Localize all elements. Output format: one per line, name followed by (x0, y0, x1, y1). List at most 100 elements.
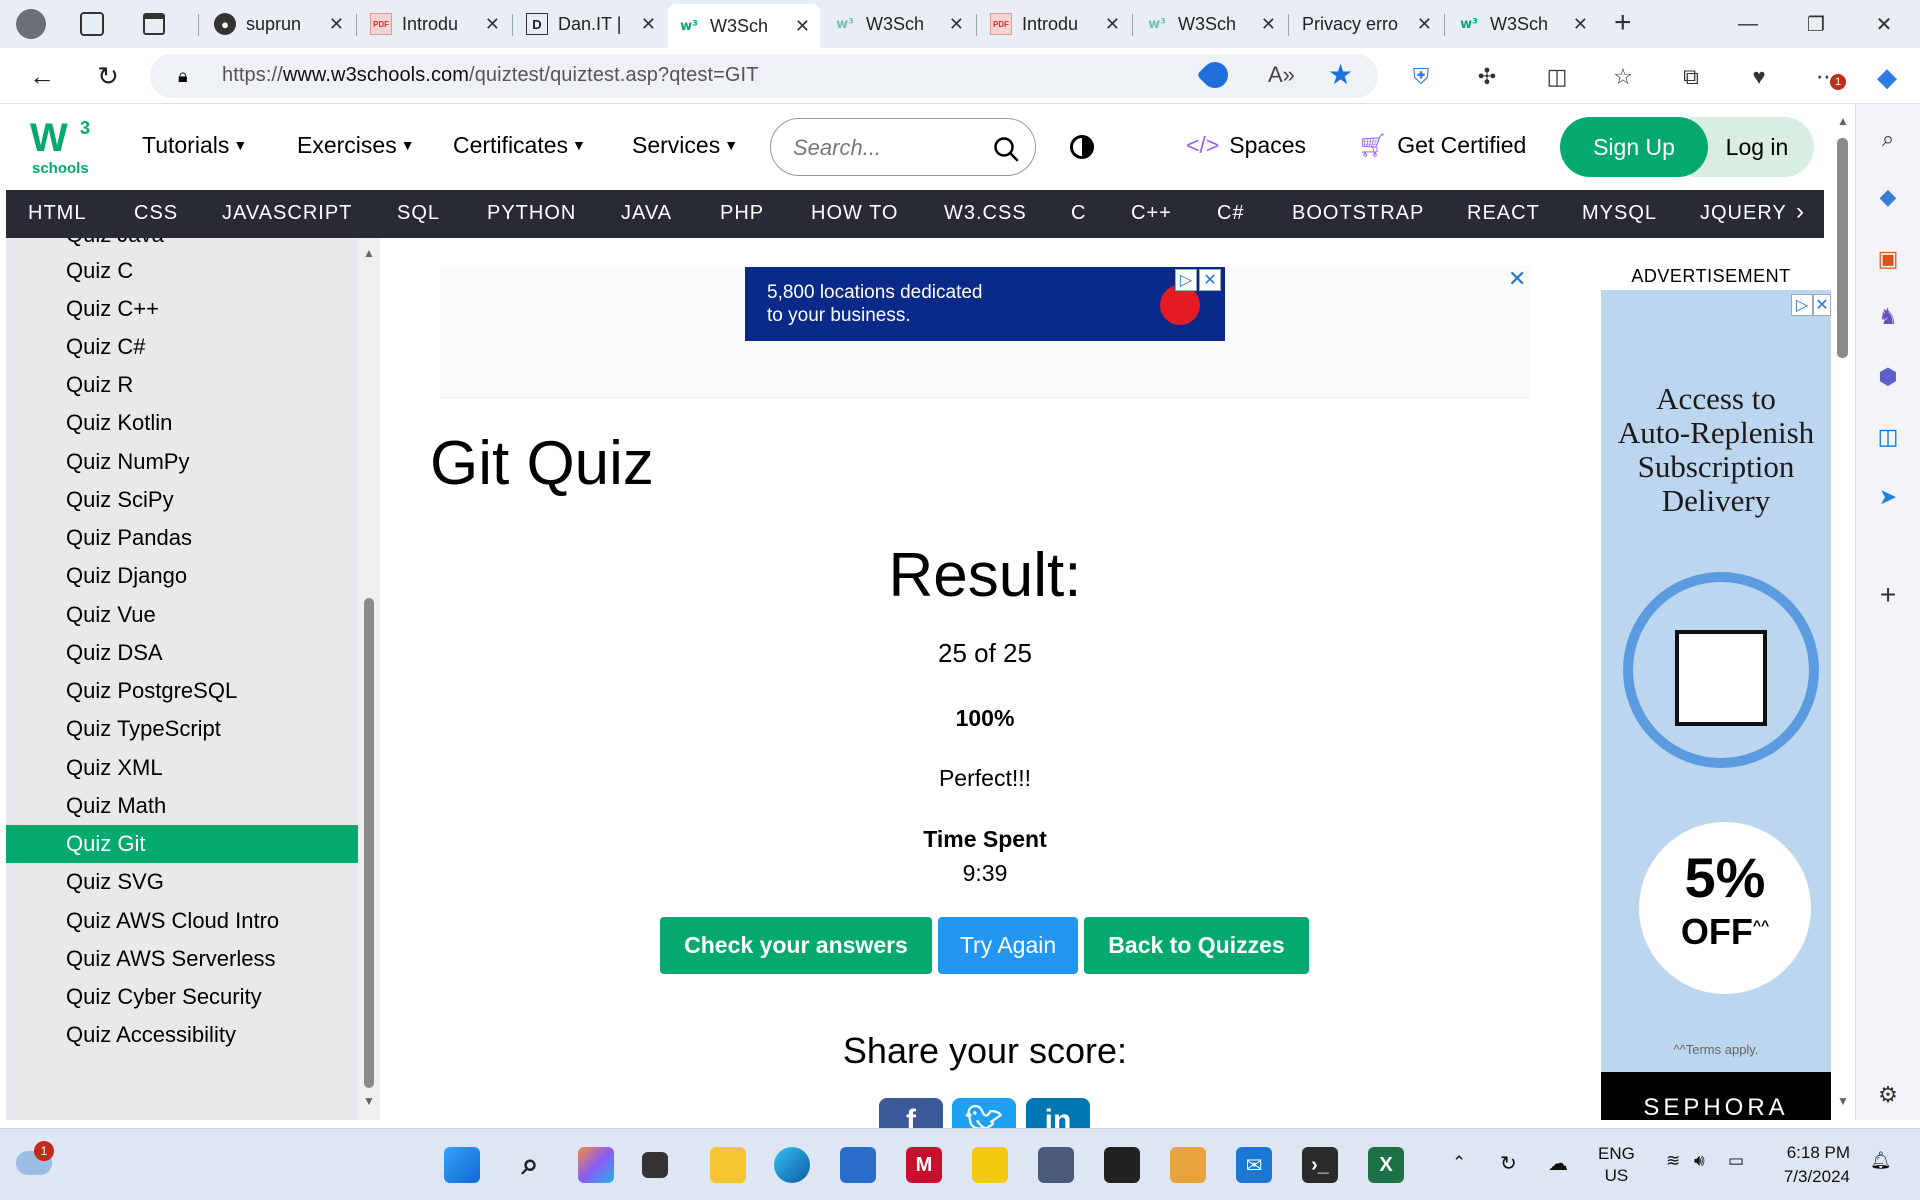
menu-services[interactable]: Services ▼ (632, 132, 738, 159)
topnav-python[interactable]: PYTHON (487, 202, 576, 225)
shopping-tag-icon[interactable]: ◆ (1873, 182, 1903, 212)
close-icon[interactable]: ✕ (641, 14, 656, 35)
sidebar-item-aws-serverless[interactable]: Quiz AWS Serverless (6, 940, 358, 978)
topnav-mysql[interactable]: MYSQL (1582, 202, 1657, 225)
chevron-right-icon[interactable]: › (1796, 198, 1805, 226)
menu-exercises[interactable]: Exercises ▼ (297, 132, 415, 159)
refresh-icon[interactable]: ↻ (88, 58, 128, 94)
topnav-bootstrap[interactable]: BOOTSTRAP (1292, 202, 1424, 225)
sidebar-item-math[interactable]: Quiz Math (6, 787, 358, 825)
read-aloud-icon[interactable]: A» (1268, 62, 1295, 88)
app-64-icon[interactable] (1170, 1147, 1206, 1183)
store-icon[interactable] (840, 1147, 876, 1183)
spaces-link[interactable]: </> Spaces (1186, 132, 1306, 159)
tab-dan-it[interactable]: D Dan.IT | ✕ (516, 6, 666, 42)
mail-icon[interactable]: ✉ (1236, 1147, 1272, 1183)
favorite-star-icon[interactable]: ★ (1328, 58, 1353, 91)
topnav-javascript[interactable]: JAVASCRIPT (222, 202, 352, 225)
battery-icon[interactable]: ▭ (1728, 1151, 1744, 1171)
tab-w3schools[interactable]: w³ W3Sch ✕ (824, 6, 974, 42)
right-ad-banner[interactable]: Access to Auto-Replenish Subscription De… (1601, 290, 1831, 1120)
copilot-icon[interactable]: ◆ (1870, 60, 1904, 94)
power-bi-icon[interactable] (972, 1147, 1008, 1183)
sidebar-item-cpp[interactable]: Quiz C++ (6, 290, 358, 328)
tools-icon[interactable]: ▣ (1873, 244, 1903, 274)
language-indicator[interactable]: ENG US (1598, 1143, 1635, 1187)
topnav-c[interactable]: C (1071, 202, 1086, 225)
favorites-icon[interactable]: ☆ (1606, 60, 1640, 94)
browser-essentials-icon[interactable]: ♥ (1742, 60, 1776, 94)
close-icon[interactable]: ✕ (1573, 14, 1588, 35)
file-explorer-icon[interactable] (710, 1147, 746, 1183)
sidebar-item-dsa[interactable]: Quiz DSA (6, 634, 358, 672)
topnav-html[interactable]: HTML (28, 202, 86, 225)
topnav-w3css[interactable]: W3.CSS (944, 202, 1027, 225)
terminal-icon[interactable]: ›_ (1302, 1147, 1338, 1183)
sidebar-item-kotlin[interactable]: Quiz Kotlin (6, 404, 358, 442)
sticky-notes-icon[interactable] (1104, 1147, 1140, 1183)
taskbar-search-icon[interactable]: ⌕ (512, 1147, 548, 1183)
topnav-cpp[interactable]: C++ (1131, 202, 1172, 225)
tab-w3schools-active[interactable]: w³ W3Sch ✕ (668, 4, 820, 48)
dark-mode-toggle-icon[interactable] (1070, 135, 1094, 159)
topnav-react[interactable]: REACT (1467, 202, 1540, 225)
scroll-up-icon[interactable]: ▲ (363, 246, 375, 260)
w3schools-logo[interactable]: W 3 schools (30, 116, 94, 178)
scroll-up-icon[interactable]: ▲ (1837, 114, 1849, 128)
close-icon[interactable]: ✕ (329, 14, 344, 35)
close-icon[interactable]: ✕ (1261, 14, 1276, 35)
close-icon[interactable]: ✕ (485, 14, 500, 35)
copilot-pre-icon[interactable] (578, 1147, 614, 1183)
outlook-icon[interactable]: ◫ (1873, 422, 1903, 452)
split-screen-icon[interactable]: ◫ (1540, 60, 1574, 94)
sidebar-item-scipy[interactable]: Quiz SciPy (6, 481, 358, 519)
adchoices-icon[interactable]: ▷ (1791, 294, 1813, 316)
add-sidebar-app-icon[interactable]: + (1873, 579, 1903, 610)
sidebar-item-c[interactable]: Quiz C (6, 252, 358, 290)
send-icon[interactable]: ➤ (1873, 482, 1903, 512)
tab-privacy-error[interactable]: Privacy erro ✕ (1292, 6, 1442, 42)
new-tab-icon[interactable]: + (1614, 6, 1632, 40)
games-icon[interactable]: ♞ (1873, 302, 1903, 332)
sidebar-item-typescript[interactable]: Quiz TypeScript (6, 710, 358, 748)
sidebar-item-cyber-security[interactable]: Quiz Cyber Security (6, 978, 358, 1016)
close-icon[interactable]: ✕ (1417, 14, 1432, 35)
signup-button[interactable]: Sign Up (1560, 117, 1708, 177)
close-icon[interactable]: ✕ (1105, 14, 1120, 35)
menu-certificates[interactable]: Certificates ▼ (453, 132, 586, 159)
tab-w3schools[interactable]: w³ W3Sch ✕ (1136, 6, 1286, 42)
close-icon[interactable]: ✕ (949, 14, 964, 35)
onedrive-icon[interactable]: ☁ (1548, 1151, 1568, 1176)
task-view-icon[interactable] (642, 1152, 668, 1178)
tray-overflow-icon[interactable]: ⌃ (1452, 1153, 1466, 1173)
topnav-how-to[interactable]: HOW TO (811, 202, 898, 225)
tab-github[interactable]: ● suprun ✕ (204, 6, 354, 42)
ad-close-icon[interactable]: ✕ (1199, 269, 1221, 291)
tab-pdf-2[interactable]: PDF Introdu ✕ (980, 6, 1130, 42)
coupon-tag-icon[interactable] (1196, 56, 1234, 94)
top-ad-banner[interactable]: 5,800 locations dedicated to your busines… (745, 267, 1225, 341)
address-bar[interactable]: 🔒︎ https://www.w3schools.com/quiztest/qu… (150, 54, 1378, 98)
topnav-jquery[interactable]: JQUERY (1700, 202, 1787, 225)
collections-icon[interactable]: ⧉ (1674, 60, 1708, 94)
vertical-tabs-icon[interactable] (143, 13, 165, 35)
sidebar-item-r[interactable]: Quiz R (6, 366, 358, 404)
tab-w3schools[interactable]: w³ W3Sch ✕ (1448, 6, 1598, 42)
sidebar-item-numpy[interactable]: Quiz NumPy (6, 443, 358, 481)
back-to-quizzes-button[interactable]: Back to Quizzes (1084, 917, 1309, 974)
profile-icon[interactable] (16, 9, 46, 39)
tab-pdf-1[interactable]: PDF Introdu ✕ (360, 6, 510, 42)
close-ad-icon[interactable]: ✕ (1508, 266, 1526, 292)
package-icon[interactable] (1038, 1147, 1074, 1183)
page-scroll-thumb[interactable] (1837, 138, 1848, 358)
wifi-icon[interactable]: ≋ (1666, 1151, 1680, 1171)
ad-close-icon[interactable]: ✕ (1813, 294, 1831, 316)
sidebar-item-xml[interactable]: Quiz XML (6, 749, 358, 787)
back-icon[interactable]: ← (22, 58, 62, 94)
adchoices-icon[interactable]: ▷ (1175, 269, 1197, 291)
sidebar-item-vue[interactable]: Quiz Vue (6, 596, 358, 634)
search-icon[interactable] (993, 136, 1019, 162)
sidebar-item-accessibility[interactable]: Quiz Accessibility (6, 1016, 358, 1054)
workspaces-icon[interactable] (80, 12, 104, 36)
topnav-php[interactable]: PHP (720, 202, 764, 225)
